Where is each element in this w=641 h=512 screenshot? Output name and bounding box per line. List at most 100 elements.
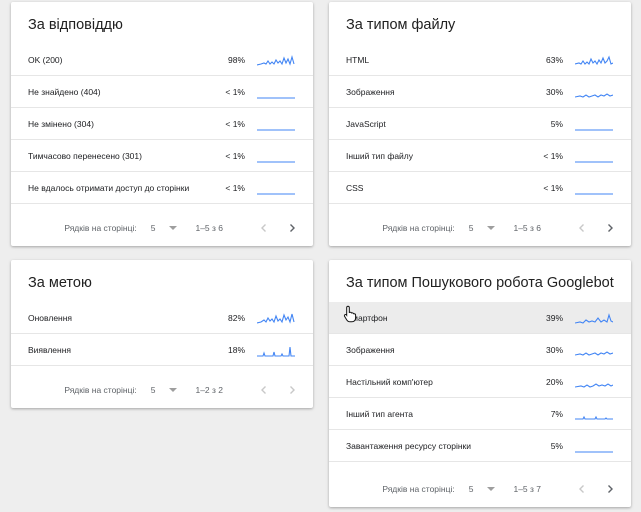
row-percent: 39% [545,312,563,323]
chevron-right-icon [290,224,295,232]
row-label: Смартфон [346,312,388,323]
table-row[interactable]: Настільний комп'ютер 20% [329,366,631,398]
table-row[interactable]: Завантаження ресурсу сторінки 5% [329,430,631,462]
chevron-left-icon [579,485,584,493]
table-row[interactable]: Виявлення 18% [11,334,313,366]
row-label: HTML [346,54,370,65]
row-label: Зображення [346,86,395,97]
next-page-button[interactable] [603,482,617,496]
row-percent: < 1% [225,118,245,129]
row-percent: 20% [545,376,563,387]
rows-per-page-value: 5 [468,484,474,494]
row-label: Настільний комп'ютер [346,376,433,387]
rows-per-page-label: Рядків на сторінці: [64,223,137,233]
prev-page-button[interactable] [257,221,271,235]
table-row[interactable]: CSS < 1% [329,172,631,204]
pagination-footer: Рядків на сторінці: 5 1–5 з 7 [329,471,631,507]
rows-per-page-label: Рядків на сторінці: [382,223,455,233]
sparkline [257,346,295,357]
chevron-left-icon [261,224,266,232]
chevron-right-icon [290,386,295,394]
chevron-left-icon [579,224,584,232]
table-row[interactable]: Не знайдено (404) < 1% [11,76,313,108]
table-row[interactable]: Смартфон 39% [329,302,631,334]
pagination-footer: Рядків на сторінці: 5 1–2 з 2 [11,372,313,408]
sparkline [575,128,613,131]
row-percent: 30% [545,86,563,97]
pagination-range: 1–2 з 2 [195,385,223,395]
row-percent: 30% [545,344,563,355]
rows-per-page-select[interactable]: 5 [151,385,178,395]
table-row[interactable]: Інший тип агента 7% [329,398,631,430]
row-label: Не змінено (304) [28,118,94,129]
row-percent: 7% [550,408,563,419]
sparkline [575,450,613,453]
caret-down-icon [487,487,496,491]
sparkline [257,160,295,163]
table-row[interactable]: Зображення 30% [329,76,631,108]
row-label: JavaScript [346,118,386,129]
row-percent: 18% [227,344,245,355]
card-title: За типом Пошукового робота Googlebot [346,275,614,291]
table-row[interactable]: OK (200) 98% [11,44,313,76]
sparkline [575,415,613,420]
sparkline [257,192,295,195]
card-title: За відповіддю [28,17,123,33]
row-label: Оновлення [28,312,73,323]
sparkline [575,160,613,163]
card-by-googlebot-type: За типом Пошукового робота Googlebot Сма… [329,260,631,507]
next-page-button[interactable] [285,221,299,235]
rows-per-page-select[interactable]: 5 [469,223,496,233]
row-label: Інший тип файлу [346,150,414,161]
sparkline [575,92,613,98]
row-percent: 5% [550,440,563,451]
row-label: Зображення [346,344,395,355]
pagination-footer: Рядків на сторінці: 5 1–5 з 6 [11,210,313,246]
table-row[interactable]: Тимчасово перенесено (301) < 1% [11,140,313,172]
table-row[interactable]: Не змінено (304) < 1% [11,108,313,140]
prev-page-button[interactable] [575,221,589,235]
pagination-range: 1–5 з 6 [513,223,541,233]
next-page-button[interactable] [285,383,299,397]
table-row[interactable]: JavaScript 5% [329,108,631,140]
table-row[interactable]: HTML 63% [329,44,631,76]
table-row[interactable]: Інший тип файлу < 1% [329,140,631,172]
rows-list: Оновлення 82% Виявлення 18% [11,302,313,366]
card-by-purpose: За метою Оновлення 82% Виявлення 18% Ряд… [11,260,313,408]
table-row[interactable]: Зображення 30% [329,334,631,366]
card-title: За типом файлу [346,17,456,33]
pagination-footer: Рядків на сторінці: 5 1–5 з 6 [329,210,631,246]
caret-down-icon [487,226,496,230]
rows-list: Смартфон 39% Зображення 30% Настільний к… [329,302,631,462]
sparkline [575,192,613,195]
row-percent: < 1% [225,86,245,97]
rows-per-page-select[interactable]: 5 [151,223,178,233]
rows-per-page-value: 5 [150,385,156,395]
next-page-button[interactable] [603,221,617,235]
prev-page-button[interactable] [575,482,589,496]
rows-per-page-label: Рядків на сторінці: [382,484,455,494]
hand-pointer-icon [343,305,357,323]
row-label: Не знайдено (404) [28,86,101,97]
rows-per-page-value: 5 [468,223,474,233]
chevron-right-icon [608,485,613,493]
row-percent: < 1% [543,182,563,193]
rows-per-page-value: 5 [150,223,156,233]
sparkline [257,54,295,66]
table-row[interactable]: Оновлення 82% [11,302,313,334]
row-percent: < 1% [225,182,245,193]
row-label: Завантаження ресурсу сторінки [346,440,471,451]
row-percent: < 1% [225,150,245,161]
row-percent: 82% [227,312,245,323]
row-label: Тимчасово перенесено (301) [28,150,142,161]
rows-per-page-select[interactable]: 5 [469,484,496,494]
rows-list: OK (200) 98% Не знайдено (404) < 1% Не з… [11,44,313,204]
row-label: Не вдалось отримати доступ до сторінки [28,182,190,193]
table-row[interactable]: Не вдалось отримати доступ до сторінки <… [11,172,313,204]
pagination-range: 1–5 з 7 [513,484,541,494]
prev-page-button[interactable] [257,383,271,397]
row-percent: < 1% [543,150,563,161]
row-label: Інший тип агента [346,408,413,419]
caret-down-icon [169,388,178,392]
sparkline [575,382,613,388]
